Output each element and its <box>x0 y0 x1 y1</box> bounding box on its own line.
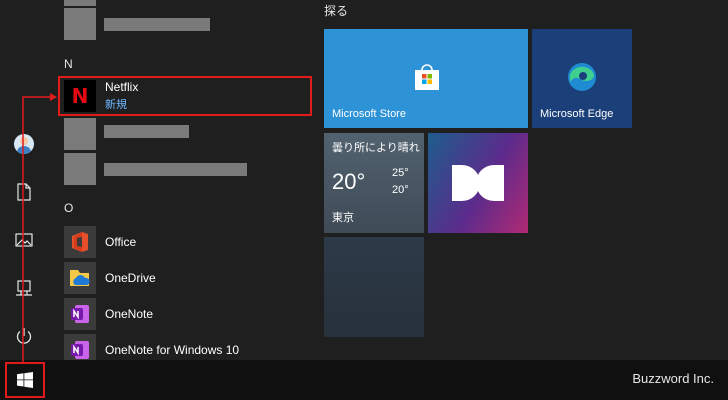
app-item-onenote[interactable]: OneNote <box>58 296 310 332</box>
app-list: N N Netflix 新規 O Office OneDrive OneNote… <box>56 0 312 366</box>
app-name: OneDrive <box>105 271 156 285</box>
weather-low: 20° <box>392 184 409 196</box>
app-item-onedrive[interactable]: OneDrive <box>58 260 310 296</box>
start-menu: N N Netflix 新規 O Office OneDrive OneNote… <box>0 0 728 366</box>
new-badge: 新規 <box>105 99 127 111</box>
onenote-icon <box>64 298 96 330</box>
redacted-app-name <box>104 125 189 138</box>
empty-tile[interactable] <box>324 237 424 337</box>
app-name: OneNote for Windows 10 <box>105 343 240 357</box>
power-button[interactable] <box>6 318 42 354</box>
edge-icon <box>568 63 596 91</box>
netflix-icon: N <box>64 80 96 112</box>
pictures-button[interactable] <box>6 222 42 258</box>
start-button[interactable] <box>5 362 45 398</box>
redacted-app-icon[interactable] <box>64 8 96 40</box>
weather-high: 25° <box>392 167 409 179</box>
settings-button[interactable] <box>6 270 42 306</box>
weather-city: 東京 <box>332 212 354 224</box>
power-icon <box>16 328 32 344</box>
app-item-office[interactable]: Office <box>58 224 310 260</box>
store-bag-icon <box>415 64 439 90</box>
redacted-app-name <box>104 18 210 31</box>
picture-icon <box>15 233 33 247</box>
microsoft-edge-tile[interactable]: Microsoft Edge <box>532 29 632 128</box>
app-name: OneNote <box>105 307 154 321</box>
office-icon <box>64 226 96 258</box>
tile-label: Microsoft Edge <box>540 108 614 120</box>
tile-group-title[interactable]: 探る <box>324 2 348 19</box>
dolby-icon <box>452 165 504 201</box>
app-name: Office <box>105 235 137 249</box>
weather-temperature: 20° <box>332 169 366 194</box>
start-rail <box>0 0 48 360</box>
tile-label: Microsoft Store <box>332 108 406 120</box>
letter-header-o[interactable]: O <box>64 201 73 215</box>
taskbar: Buzzword Inc. <box>0 360 728 400</box>
weather-tile[interactable]: 曇り所により晴れ 20° 25° 20° 東京 <box>324 133 424 233</box>
user-avatar-icon <box>14 134 34 154</box>
tiles-area: 探る Microsoft Store Microsoft Edge 曇り所により… <box>320 0 728 360</box>
app-name: Netflix <box>105 80 139 94</box>
user-account-button[interactable] <box>6 126 42 162</box>
microsoft-store-tile[interactable]: Microsoft Store <box>324 29 528 128</box>
watermark-text: Buzzword Inc. <box>632 371 714 386</box>
redacted-app-name <box>104 163 247 176</box>
document-icon <box>17 183 31 201</box>
redacted-app-icon[interactable] <box>64 118 96 150</box>
documents-button[interactable] <box>6 174 42 210</box>
redacted-app-icon[interactable] <box>64 153 96 185</box>
redacted-app-icon <box>64 0 96 6</box>
dolby-tile[interactable] <box>428 133 528 233</box>
weather-condition: 曇り所により晴れ <box>332 142 420 154</box>
app-item-netflix[interactable]: N Netflix 新規 <box>58 76 312 116</box>
letter-header-n[interactable]: N <box>64 57 73 71</box>
onedrive-icon <box>64 262 96 294</box>
windows-logo-icon <box>17 372 33 388</box>
settings-icon <box>16 280 32 296</box>
